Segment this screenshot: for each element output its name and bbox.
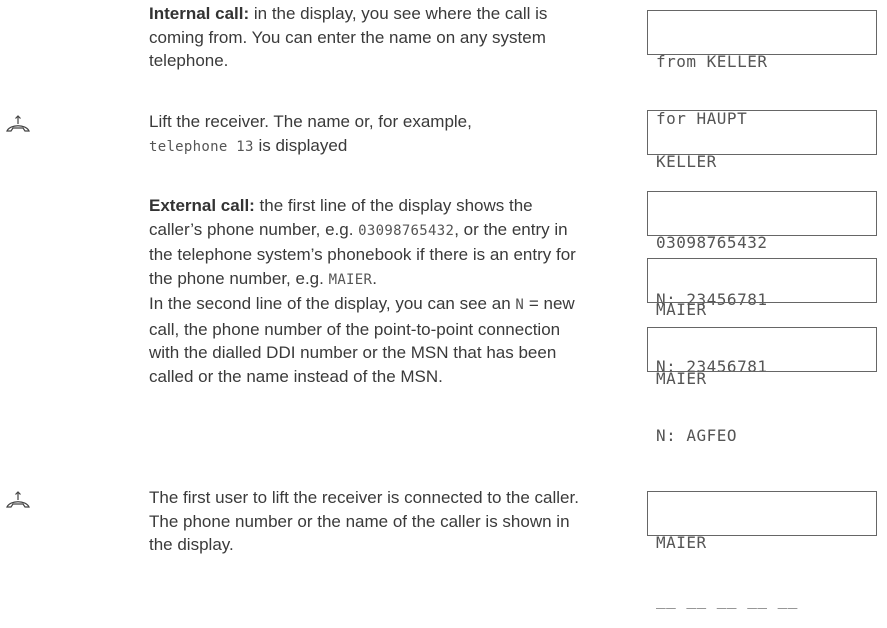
- lcd-line-2: __ __ __ __ __: [656, 590, 798, 609]
- lcd-line-1: MAIER: [656, 300, 707, 319]
- lift-receiver-paragraph: Lift the receiver. The name or, for exam…: [149, 110, 589, 159]
- telephone-example-code: telephone 13: [149, 138, 254, 155]
- lift-receiver-text: Lift the receiver. The name or, for exam…: [149, 112, 472, 131]
- lcd-line-1: from KELLER: [656, 52, 768, 71]
- handset-lift-icon: [6, 115, 30, 132]
- phone-number-example-code: 03098765432: [358, 222, 455, 239]
- lcd-display-lift: KELLER: [647, 110, 877, 171]
- external-call-text-3: .: [372, 268, 377, 288]
- external-call-paragraph: External call: the first line of the dis…: [149, 194, 589, 388]
- lcd-line-1: 03098765432: [656, 233, 768, 252]
- internal-call-heading: Internal call:: [149, 4, 250, 23]
- internal-call-paragraph: Internal call: in the display, you see w…: [149, 2, 589, 73]
- external-call-heading: External call:: [149, 196, 255, 215]
- lcd-display-external-phonebook: MAIER N: 23456781: [647, 258, 877, 376]
- first-user-paragraph: The first user to lift the receiver is c…: [149, 486, 589, 557]
- handset-lift-icon: [6, 491, 30, 508]
- lcd-line-2: N: AGFEO: [656, 426, 738, 445]
- lcd-display-connected: MAIER __ __ __ __ __: [647, 491, 877, 609]
- external-call-text-4: In the second line of the display, you c…: [149, 294, 516, 313]
- phonebook-entry-example-code: MAIER: [328, 271, 373, 288]
- first-user-text: The first user to lift the receiver is c…: [149, 488, 579, 554]
- lift-receiver-text-after: is displayed: [253, 135, 348, 155]
- lcd-line-1: MAIER: [656, 533, 707, 552]
- lcd-display-internal: from KELLER for HAUPT: [647, 10, 877, 128]
- new-call-indicator-code: N: [515, 297, 525, 313]
- lcd-line-1: KELLER: [656, 152, 717, 171]
- lcd-line-1: MAIER: [656, 369, 707, 388]
- lcd-display-external-number: 03098765432 N: 23456781: [647, 191, 877, 309]
- lcd-display-external-msn-name: MAIER N: AGFEO: [647, 327, 877, 445]
- manual-page: { "internal_call": { "heading": "Interna…: [0, 0, 887, 609]
